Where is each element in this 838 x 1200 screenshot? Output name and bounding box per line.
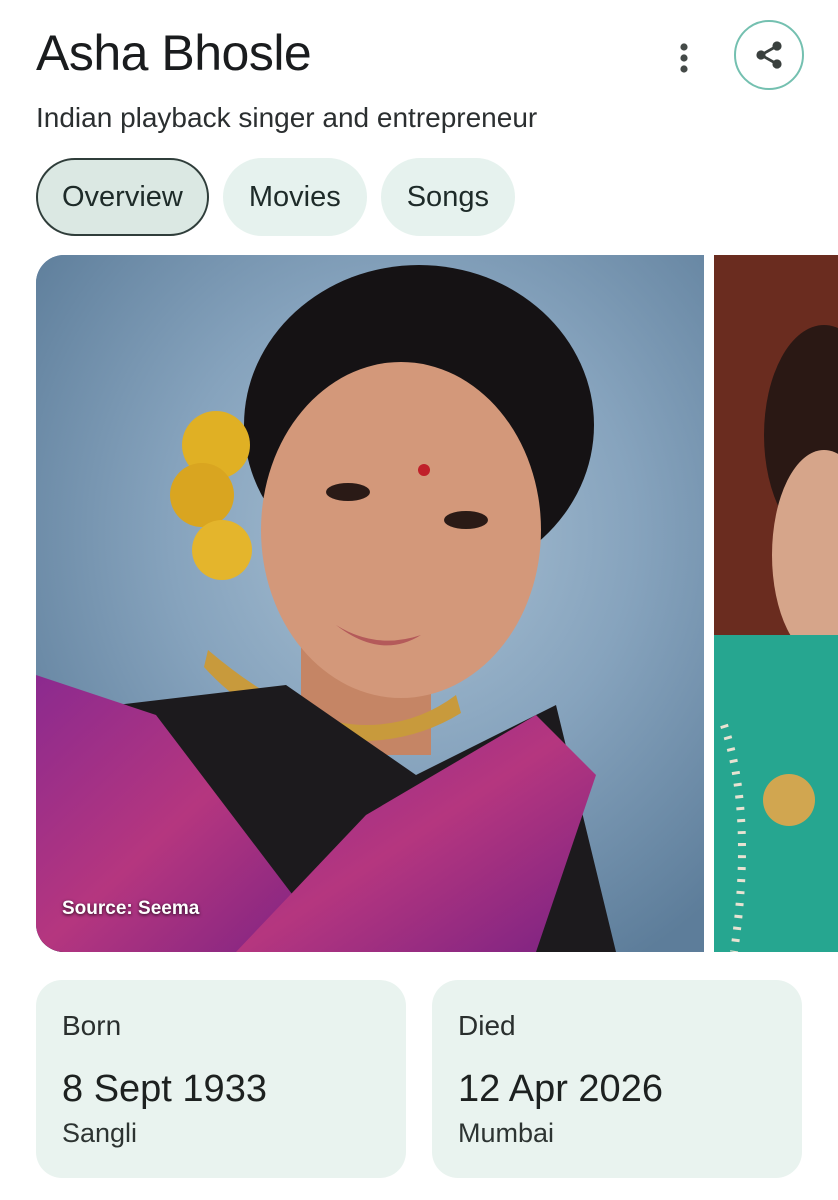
secondary-photo-illustration [714, 255, 838, 952]
born-label: Born [62, 1010, 122, 1041]
page-title: Asha Bhosle [36, 25, 312, 81]
more-vert-icon [680, 43, 688, 73]
died-card[interactable]: Died 12 Apr 2026 Mumbai [432, 980, 802, 1178]
tab-overview[interactable]: Overview [36, 158, 209, 236]
share-button[interactable] [734, 20, 804, 90]
more-options-button[interactable] [664, 38, 704, 78]
image-source-label: Source: Seema [62, 898, 200, 919]
portrait-illustration [36, 255, 704, 952]
tab-bar: Overview Movies Songs [36, 158, 515, 236]
secondary-image[interactable] [714, 255, 838, 952]
main-portrait-image[interactable] [36, 255, 704, 952]
share-icon [756, 41, 782, 69]
knowledge-panel: Asha Bhosle Indian playback singer and e… [0, 0, 838, 1200]
died-place: Mumbai [458, 1118, 555, 1148]
tab-songs[interactable]: Songs [380, 158, 515, 236]
tab-movies[interactable]: Movies [222, 158, 367, 236]
born-card[interactable]: Born 8 Sept 1933 Sangli [36, 980, 406, 1178]
born-date: 8 Sept 1933 [62, 1068, 267, 1110]
born-place: Sangli [62, 1118, 138, 1148]
died-date: 12 Apr 2026 [458, 1068, 663, 1110]
page-subtitle: Indian playback singer and entrepreneur [36, 102, 538, 133]
died-label: Died [458, 1010, 516, 1041]
